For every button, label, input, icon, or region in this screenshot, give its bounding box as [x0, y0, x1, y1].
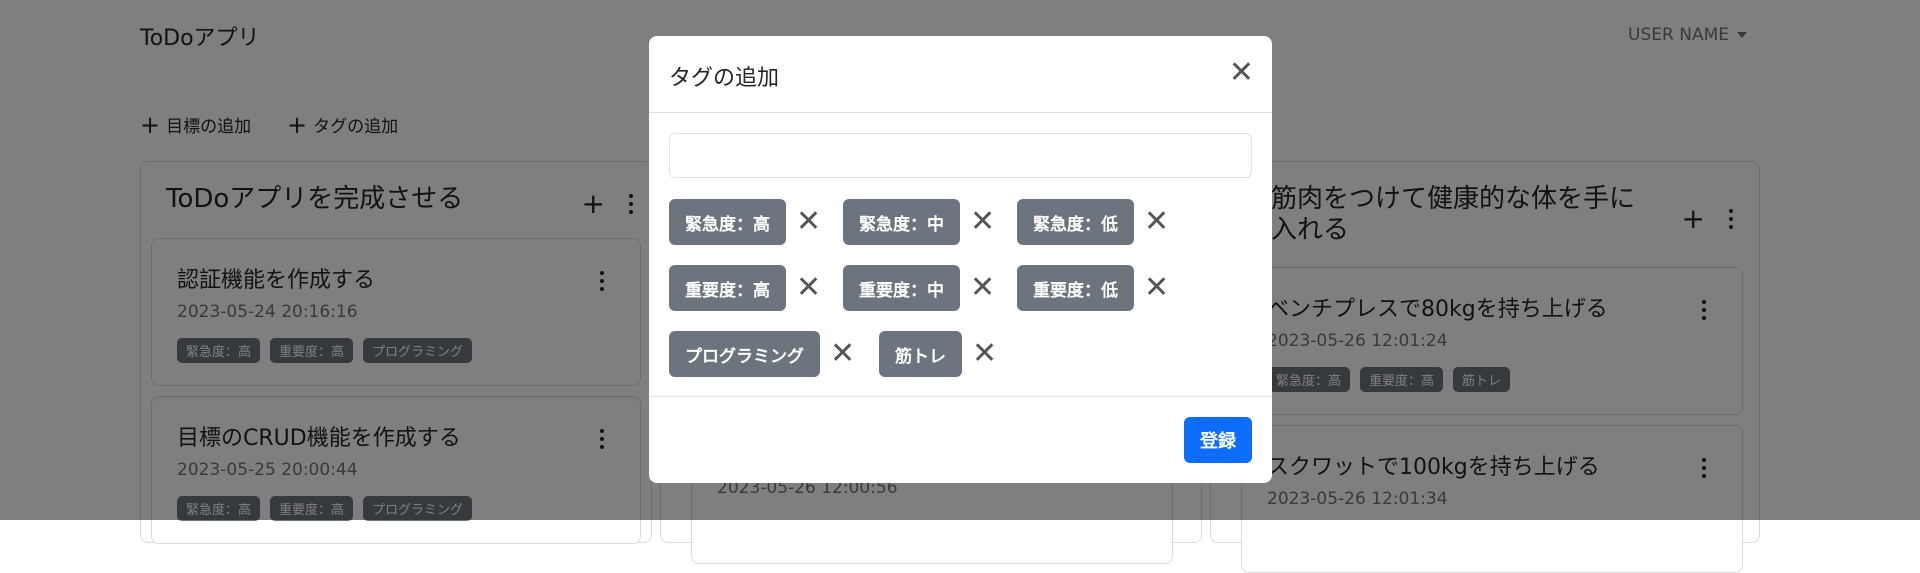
delete-tag-icon[interactable]: ✕ — [1144, 273, 1169, 303]
add-tag-modal: タグの追加 ✕ 緊急度：高 ✕ 緊急度：中 ✕ 緊急度：低 ✕ 重要度：高 ✕ — [649, 36, 1272, 483]
tag-item: 重要度：中 ✕ — [843, 265, 1017, 311]
delete-tag-icon[interactable]: ✕ — [796, 207, 821, 237]
tag-button[interactable]: 緊急度：高 — [669, 199, 786, 245]
modal-footer: 登録 — [649, 396, 1272, 484]
tag-button[interactable]: 緊急度：中 — [843, 199, 960, 245]
tag-item: 重要度：低 ✕ — [1017, 265, 1169, 311]
tag-item: 重要度：高 ✕ — [669, 265, 843, 311]
tag-button[interactable]: 重要度：低 — [1017, 265, 1134, 311]
tag-button[interactable]: 重要度：中 — [843, 265, 960, 311]
tag-button[interactable]: プログラミング — [669, 331, 820, 377]
tag-row: プログラミング ✕ 筋トレ ✕ — [669, 331, 1169, 377]
delete-tag-icon[interactable]: ✕ — [972, 339, 997, 369]
delete-tag-icon[interactable]: ✕ — [796, 273, 821, 303]
tag-list: 緊急度：高 ✕ 緊急度：中 ✕ 緊急度：低 ✕ 重要度：高 ✕ 重要度：中 ✕ — [669, 199, 1169, 397]
tag-button[interactable]: 緊急度：低 — [1017, 199, 1134, 245]
tag-item: プログラミング ✕ — [669, 331, 879, 377]
tag-item: 緊急度：高 ✕ — [669, 199, 843, 245]
tag-row: 緊急度：高 ✕ 緊急度：中 ✕ 緊急度：低 ✕ — [669, 199, 1169, 245]
modal-title: タグの追加 — [669, 66, 780, 91]
delete-tag-icon[interactable]: ✕ — [970, 207, 995, 237]
tag-item: 緊急度：中 ✕ — [843, 199, 1017, 245]
tag-button[interactable]: 重要度：高 — [669, 265, 786, 311]
delete-tag-icon[interactable]: ✕ — [830, 339, 855, 369]
close-icon[interactable]: ✕ — [1229, 58, 1254, 88]
tag-item: 緊急度：低 ✕ — [1017, 199, 1169, 245]
modal-header: タグの追加 ✕ — [649, 36, 1272, 113]
tag-name-input[interactable] — [669, 133, 1252, 178]
delete-tag-icon[interactable]: ✕ — [1144, 207, 1169, 237]
tag-row: 重要度：高 ✕ 重要度：中 ✕ 重要度：低 ✕ — [669, 265, 1169, 311]
tag-button[interactable]: 筋トレ — [879, 331, 962, 377]
delete-tag-icon[interactable]: ✕ — [970, 273, 995, 303]
register-button[interactable]: 登録 — [1184, 417, 1252, 463]
tag-item: 筋トレ ✕ — [879, 331, 997, 377]
